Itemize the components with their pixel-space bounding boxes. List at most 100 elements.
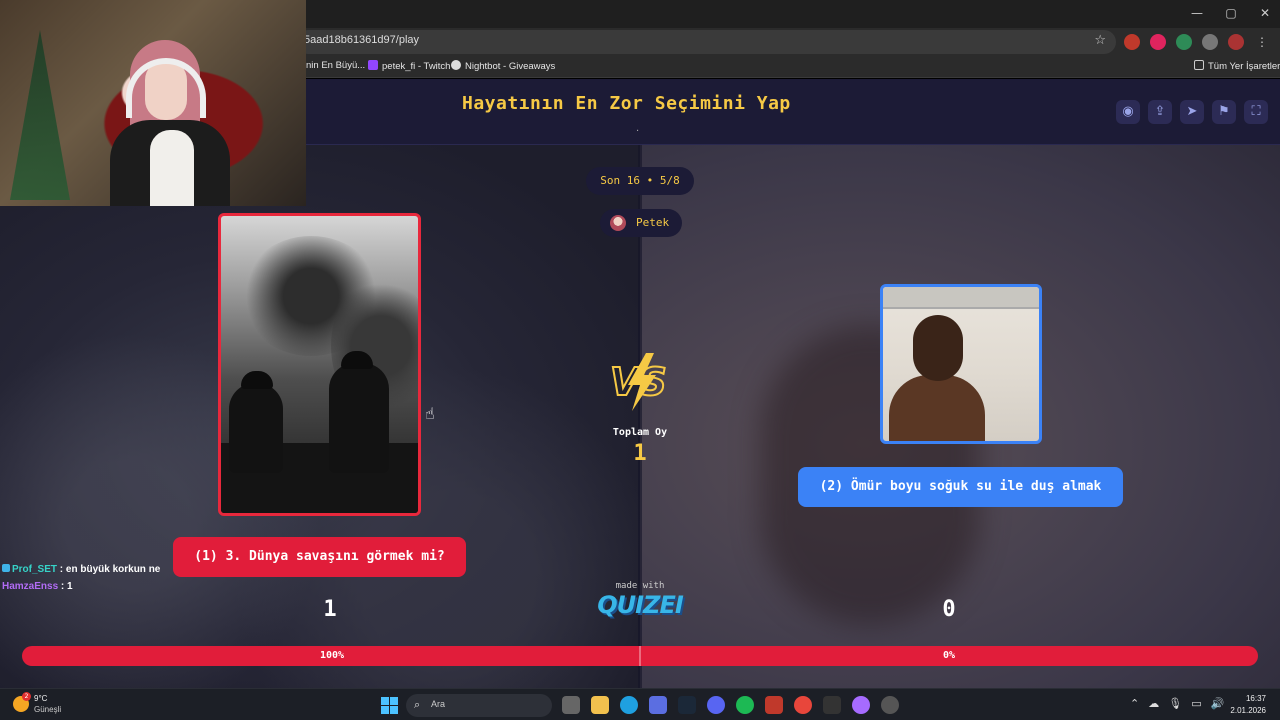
bookmark-star-icon[interactable]: ☆: [1094, 33, 1106, 48]
game-header: Hayatının En Zor Seçimini Yap . ◉ ⇪ ➤ ⚑ …: [306, 79, 1280, 145]
person-head: [913, 315, 963, 381]
webcam-streamer-shirt: [150, 130, 194, 206]
window-controls: — ▢ ✕: [1190, 6, 1272, 20]
taskbar: 2 9°C Güneşli ⌕ Ara ⌃ ☁ 🎙 ▭ 🔊 16:37 2.01…: [0, 688, 1280, 720]
bookmark-item[interactable]: Nightbot - Giveaways: [451, 60, 555, 72]
right-percent: 0%: [942, 650, 956, 661]
all-bookmarks-label: Tüm Yer İşaretleri: [1208, 61, 1280, 72]
chevron-up-icon[interactable]: ⌃: [1130, 697, 1139, 710]
send-icon[interactable]: ➤: [1180, 100, 1204, 124]
app-icon[interactable]: [852, 696, 870, 714]
extension-icon[interactable]: [1124, 34, 1140, 50]
helmet-shape: [341, 351, 373, 369]
chrome-icon[interactable]: [794, 696, 812, 714]
left-vote-count: 1: [323, 597, 337, 622]
all-bookmarks[interactable]: Tüm Yer İşaretleri: [1194, 60, 1280, 72]
made-with-label: made with: [615, 581, 665, 591]
fullscreen-icon[interactable]: ⛶: [1244, 100, 1268, 124]
chat-text: : 1: [58, 581, 73, 592]
onedrive-icon[interactable]: ☁: [1148, 697, 1159, 710]
profile-avatar[interactable]: [1228, 34, 1244, 50]
spotify-icon[interactable]: [736, 696, 754, 714]
clock[interactable]: 16:37 2.01.2026: [1230, 693, 1266, 717]
edge-icon[interactable]: [620, 696, 638, 714]
avatar: [610, 215, 626, 231]
helmet-shape: [241, 371, 273, 389]
maximize-button[interactable]: ▢: [1224, 6, 1238, 20]
right-option-button[interactable]: (2) Ömür boyu soğuk su ile duş almak: [798, 467, 1123, 507]
header-actions: ◉ ⇪ ➤ ⚑ ⛶: [1116, 100, 1268, 124]
weather-temp: 9°C: [34, 694, 48, 703]
vote-progress-bar: 100% 0%: [22, 646, 1258, 666]
system-tray: ⌃ ☁ 🎙 ▭ 🔊: [1130, 697, 1224, 710]
person-body: [889, 375, 985, 441]
url-text: 5aad18b61361d97/play: [304, 34, 420, 46]
left-percent: 100%: [319, 650, 345, 661]
close-button[interactable]: ✕: [1258, 6, 1272, 20]
extension-icon[interactable]: [1150, 34, 1166, 50]
taskbar-apps: [562, 696, 899, 714]
hand-cursor-icon: ☝: [425, 404, 435, 423]
bookmark-label: Nightbot - Giveaways: [465, 61, 556, 72]
store-icon[interactable]: [649, 696, 667, 714]
epic-games-icon[interactable]: [823, 696, 841, 714]
left-option-button[interactable]: (1) 3. Dünya savaşını görmek mi?: [173, 537, 466, 577]
clock-date: 2.01.2026: [1230, 706, 1266, 715]
soldier-figure: [329, 351, 389, 473]
chat-badge-icon: [2, 564, 10, 572]
progress-midline: [639, 646, 641, 666]
weather-desc: Güneşli: [34, 705, 62, 714]
discord-icon[interactable]: [707, 696, 725, 714]
chat-message: HamzaEnss : 1: [2, 578, 160, 595]
nightbot-icon: [451, 60, 461, 70]
webcam-christmas-tree: [10, 30, 70, 200]
bookmark-label: petek_fi - Twitch: [382, 61, 451, 72]
search-icon: ⌕: [414, 698, 421, 711]
quizei-logo[interactable]: QUIZEI: [580, 591, 700, 619]
twitch-icon: [368, 60, 378, 70]
total-votes-label: Toplam Oy: [612, 427, 668, 438]
title-subtitle: .: [636, 123, 640, 134]
bookmark-item[interactable]: nin En Büyü...: [306, 60, 365, 71]
microphone-icon[interactable]: 🎙: [1168, 697, 1182, 710]
bookmark-item[interactable]: petek_fi - Twitch: [368, 60, 450, 72]
taskbar-search[interactable]: ⌕ Ara: [406, 694, 552, 717]
chat-user: HamzaEnss: [2, 581, 59, 592]
taskview-icon[interactable]: [562, 696, 580, 714]
file-explorer-icon[interactable]: [591, 696, 609, 714]
network-icon[interactable]: ▭: [1191, 697, 1201, 710]
steam-icon[interactable]: [678, 696, 696, 714]
obs-icon[interactable]: [881, 696, 899, 714]
total-votes-value: 1: [633, 441, 647, 466]
clock-time: 16:37: [1245, 694, 1266, 703]
left-option-image[interactable]: [218, 213, 421, 516]
round-indicator: Son 16 • 5/8: [586, 167, 694, 195]
more-menu-icon[interactable]: ⋮: [1254, 34, 1270, 50]
chat-user: Prof_SET: [12, 564, 58, 575]
soldier-figure: [229, 371, 283, 473]
right-option-image[interactable]: [880, 284, 1042, 444]
url-field[interactable]: 5aad18b61361d97/play ☆: [296, 30, 1116, 54]
share-icon[interactable]: ⇪: [1148, 100, 1172, 124]
minimize-button[interactable]: —: [1190, 6, 1204, 20]
right-vote-count: 0: [942, 597, 956, 622]
puzzle-icon[interactable]: [1202, 34, 1218, 50]
extension-icon[interactable]: [1176, 34, 1192, 50]
player-badge: Petek: [600, 209, 682, 237]
start-button[interactable]: [381, 697, 398, 714]
eye-icon[interactable]: ◉: [1116, 100, 1140, 124]
flag-icon[interactable]: ⚑: [1212, 100, 1236, 124]
stream-chat: Prof_SET : en büyük korkun ne HamzaEnss …: [2, 561, 160, 595]
volume-icon[interactable]: 🔊: [1211, 697, 1225, 710]
window-frame: [883, 287, 1039, 309]
page-title: Hayatının En Zor Seçimini Yap: [462, 93, 791, 114]
vs-lightning-icon: VS: [609, 353, 668, 411]
folder-icon: [1194, 60, 1204, 70]
extensions-row: ⋮: [1124, 34, 1270, 50]
chat-message: Prof_SET : en büyük korkun ne: [2, 561, 160, 578]
webcam-overlay: [0, 0, 306, 206]
chat-text: : en büyük korkun ne: [57, 564, 161, 575]
player-name: Petek: [636, 216, 670, 229]
app-icon[interactable]: [765, 696, 783, 714]
weather-badge: 2: [22, 692, 31, 701]
